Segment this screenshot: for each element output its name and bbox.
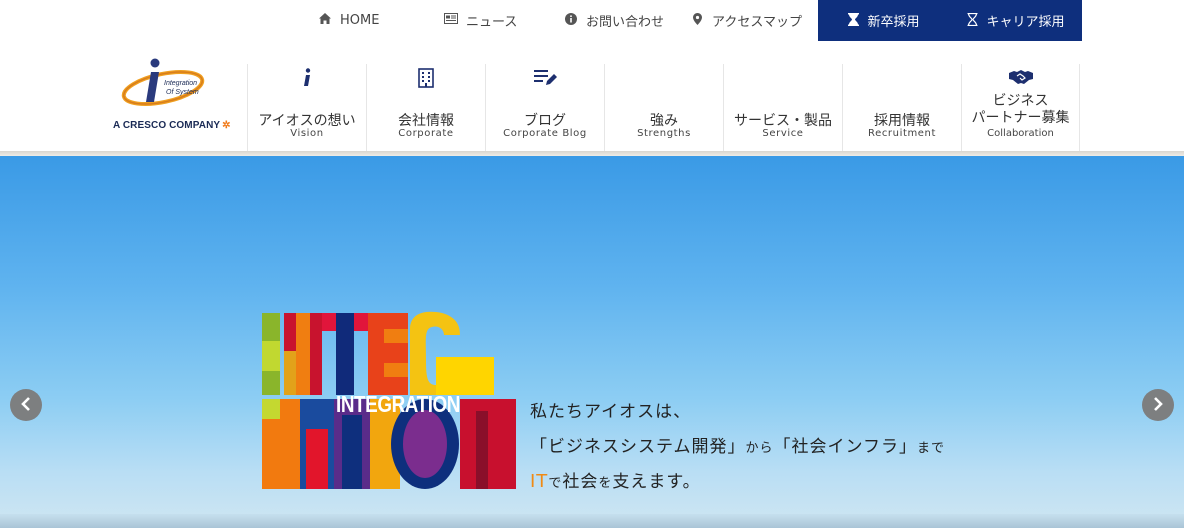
hourglass-outline-icon <box>967 12 978 29</box>
nav-item-blog-sublabel: Corporate Blog <box>503 128 587 139</box>
career-recruit-button[interactable]: キャリア採用 <box>950 0 1082 41</box>
news-link[interactable]: ニュース <box>444 0 517 40</box>
hero-tagline-de: で <box>548 476 563 491</box>
newspaper-icon <box>444 13 458 27</box>
hero-tagline-line1: 私たちアイオスは、 <box>530 397 691 422</box>
news-link-label: ニュース <box>466 14 518 30</box>
nav-item-strengths[interactable]: 強み Strengths <box>604 64 723 152</box>
handshake-icon <box>962 68 1079 90</box>
chevron-right-icon <box>1153 395 1163 416</box>
nav-item-vision-label: アイオスの想い <box>258 113 356 129</box>
hero-tagline-social-infra: 「社会インフラ」 <box>773 437 918 457</box>
logo-caption: A CRESCO COMPANY ✲ <box>113 120 231 131</box>
slider-next-button[interactable] <box>1142 389 1174 421</box>
hero-tagline-wo: を <box>598 476 613 491</box>
integration-label: INTEGRATION <box>336 391 461 417</box>
career-recruit-label: キャリア採用 <box>986 15 1065 30</box>
info-icon <box>564 12 578 28</box>
nav-item-vision[interactable]: アイオスの想い Vision <box>247 64 366 152</box>
info-i-icon <box>248 68 366 90</box>
hero-tagline-business-system: 「ビジネスシステム開発」 <box>530 437 746 457</box>
hero-tagline-it: IT <box>530 471 549 492</box>
logo-mark-text-1: Integration <box>164 80 197 87</box>
edit-list-icon <box>486 68 604 90</box>
nav-item-service-sublabel: Service <box>762 128 804 139</box>
home-icon <box>318 13 332 27</box>
nav-item-blog-label: ブログ <box>524 113 566 129</box>
nav-item-strengths-label: 強み <box>650 113 678 129</box>
hero-tagline-line1-text: 私たちアイオスは、 <box>530 402 692 422</box>
nav-item-service-label: サービス・製品 <box>734 113 832 129</box>
nav-item-recruitment[interactable]: 採用情報 Recruitment <box>842 64 961 152</box>
new-graduate-recruit-button[interactable]: 新卒採用 <box>818 0 950 41</box>
top-utility-bar: HOME ニュース お問い合わせ アクセスマップ 新卒採用 キャリア採用 <box>0 0 1184 42</box>
hero-tagline-line3: ITで社会を支えます。 <box>530 467 701 492</box>
company-logo[interactable]: Integration Of System A CRESCO COMPANY ✲ <box>108 58 238 138</box>
nav-item-recruitment-label: 採用情報 <box>874 113 930 129</box>
cresco-asterisk-icon: ✲ <box>222 120 231 131</box>
new-graduate-recruit-label: 新卒採用 <box>867 15 920 30</box>
recruit-buttons: 新卒採用 キャリア採用 <box>818 0 1082 41</box>
nav-item-service[interactable]: サービス・製品 Service <box>723 64 842 152</box>
hourglass-icon <box>848 12 860 29</box>
nav-item-corporate-label: 会社情報 <box>398 113 454 129</box>
contact-link[interactable]: お問い合わせ <box>564 0 664 40</box>
map-pin-icon <box>690 12 704 28</box>
nav-item-collaboration-label-line1: ビジネス <box>992 93 1049 109</box>
nav-item-vision-sublabel: Vision <box>290 128 324 139</box>
main-navigation: アイオスの想い Vision 会社情報 Corporate ブログ Corpor… <box>247 64 1080 152</box>
home-link[interactable]: HOME <box>318 0 379 40</box>
slider-prev-button[interactable] <box>10 389 42 421</box>
hero-tagline-from: から <box>745 441 774 456</box>
nav-item-corporate[interactable]: 会社情報 Corporate <box>366 64 485 152</box>
hero-tagline-society: 社会 <box>562 472 599 492</box>
nav-item-corporate-sublabel: Corporate <box>398 128 454 139</box>
hero-tagline-support: 支えます。 <box>612 472 701 492</box>
logo-mark-text-2: Of System <box>166 89 199 96</box>
nav-item-collaboration-label: ビジネス パートナー募集 <box>962 93 1079 127</box>
nav-item-collaboration[interactable]: ビジネス パートナー募集 Collaboration <box>961 64 1080 152</box>
contact-link-label: お問い合わせ <box>586 14 665 30</box>
nav-item-strengths-sublabel: Strengths <box>637 128 691 139</box>
nav-item-blog[interactable]: ブログ Corporate Blog <box>485 64 604 152</box>
access-map-link-label: アクセスマップ <box>712 14 802 30</box>
hero-slider: INTEGRATION 私たちアイオスは、 「ビジネスシステム開発」から「社会イ… <box>0 156 1184 528</box>
chevron-left-icon <box>21 395 31 416</box>
nav-item-collaboration-label-line2: パートナー募集 <box>971 110 1070 126</box>
ios-logo-mark: Integration Of System <box>121 58 205 107</box>
nav-item-recruitment-sublabel: Recruitment <box>867 128 937 139</box>
hero-tagline-to: まで <box>917 441 946 456</box>
home-link-label: HOME <box>340 12 380 28</box>
hero-cityscape <box>0 514 1184 528</box>
nav-item-collaboration-sublabel: Collaboration <box>987 128 1054 139</box>
hero-tagline-line2: 「ビジネスシステム開発」から「社会インフラ」まで <box>530 432 945 457</box>
building-icon <box>367 68 485 90</box>
access-map-link[interactable]: アクセスマップ <box>690 0 802 40</box>
logo-caption-text: A CRESCO COMPANY <box>113 120 221 131</box>
